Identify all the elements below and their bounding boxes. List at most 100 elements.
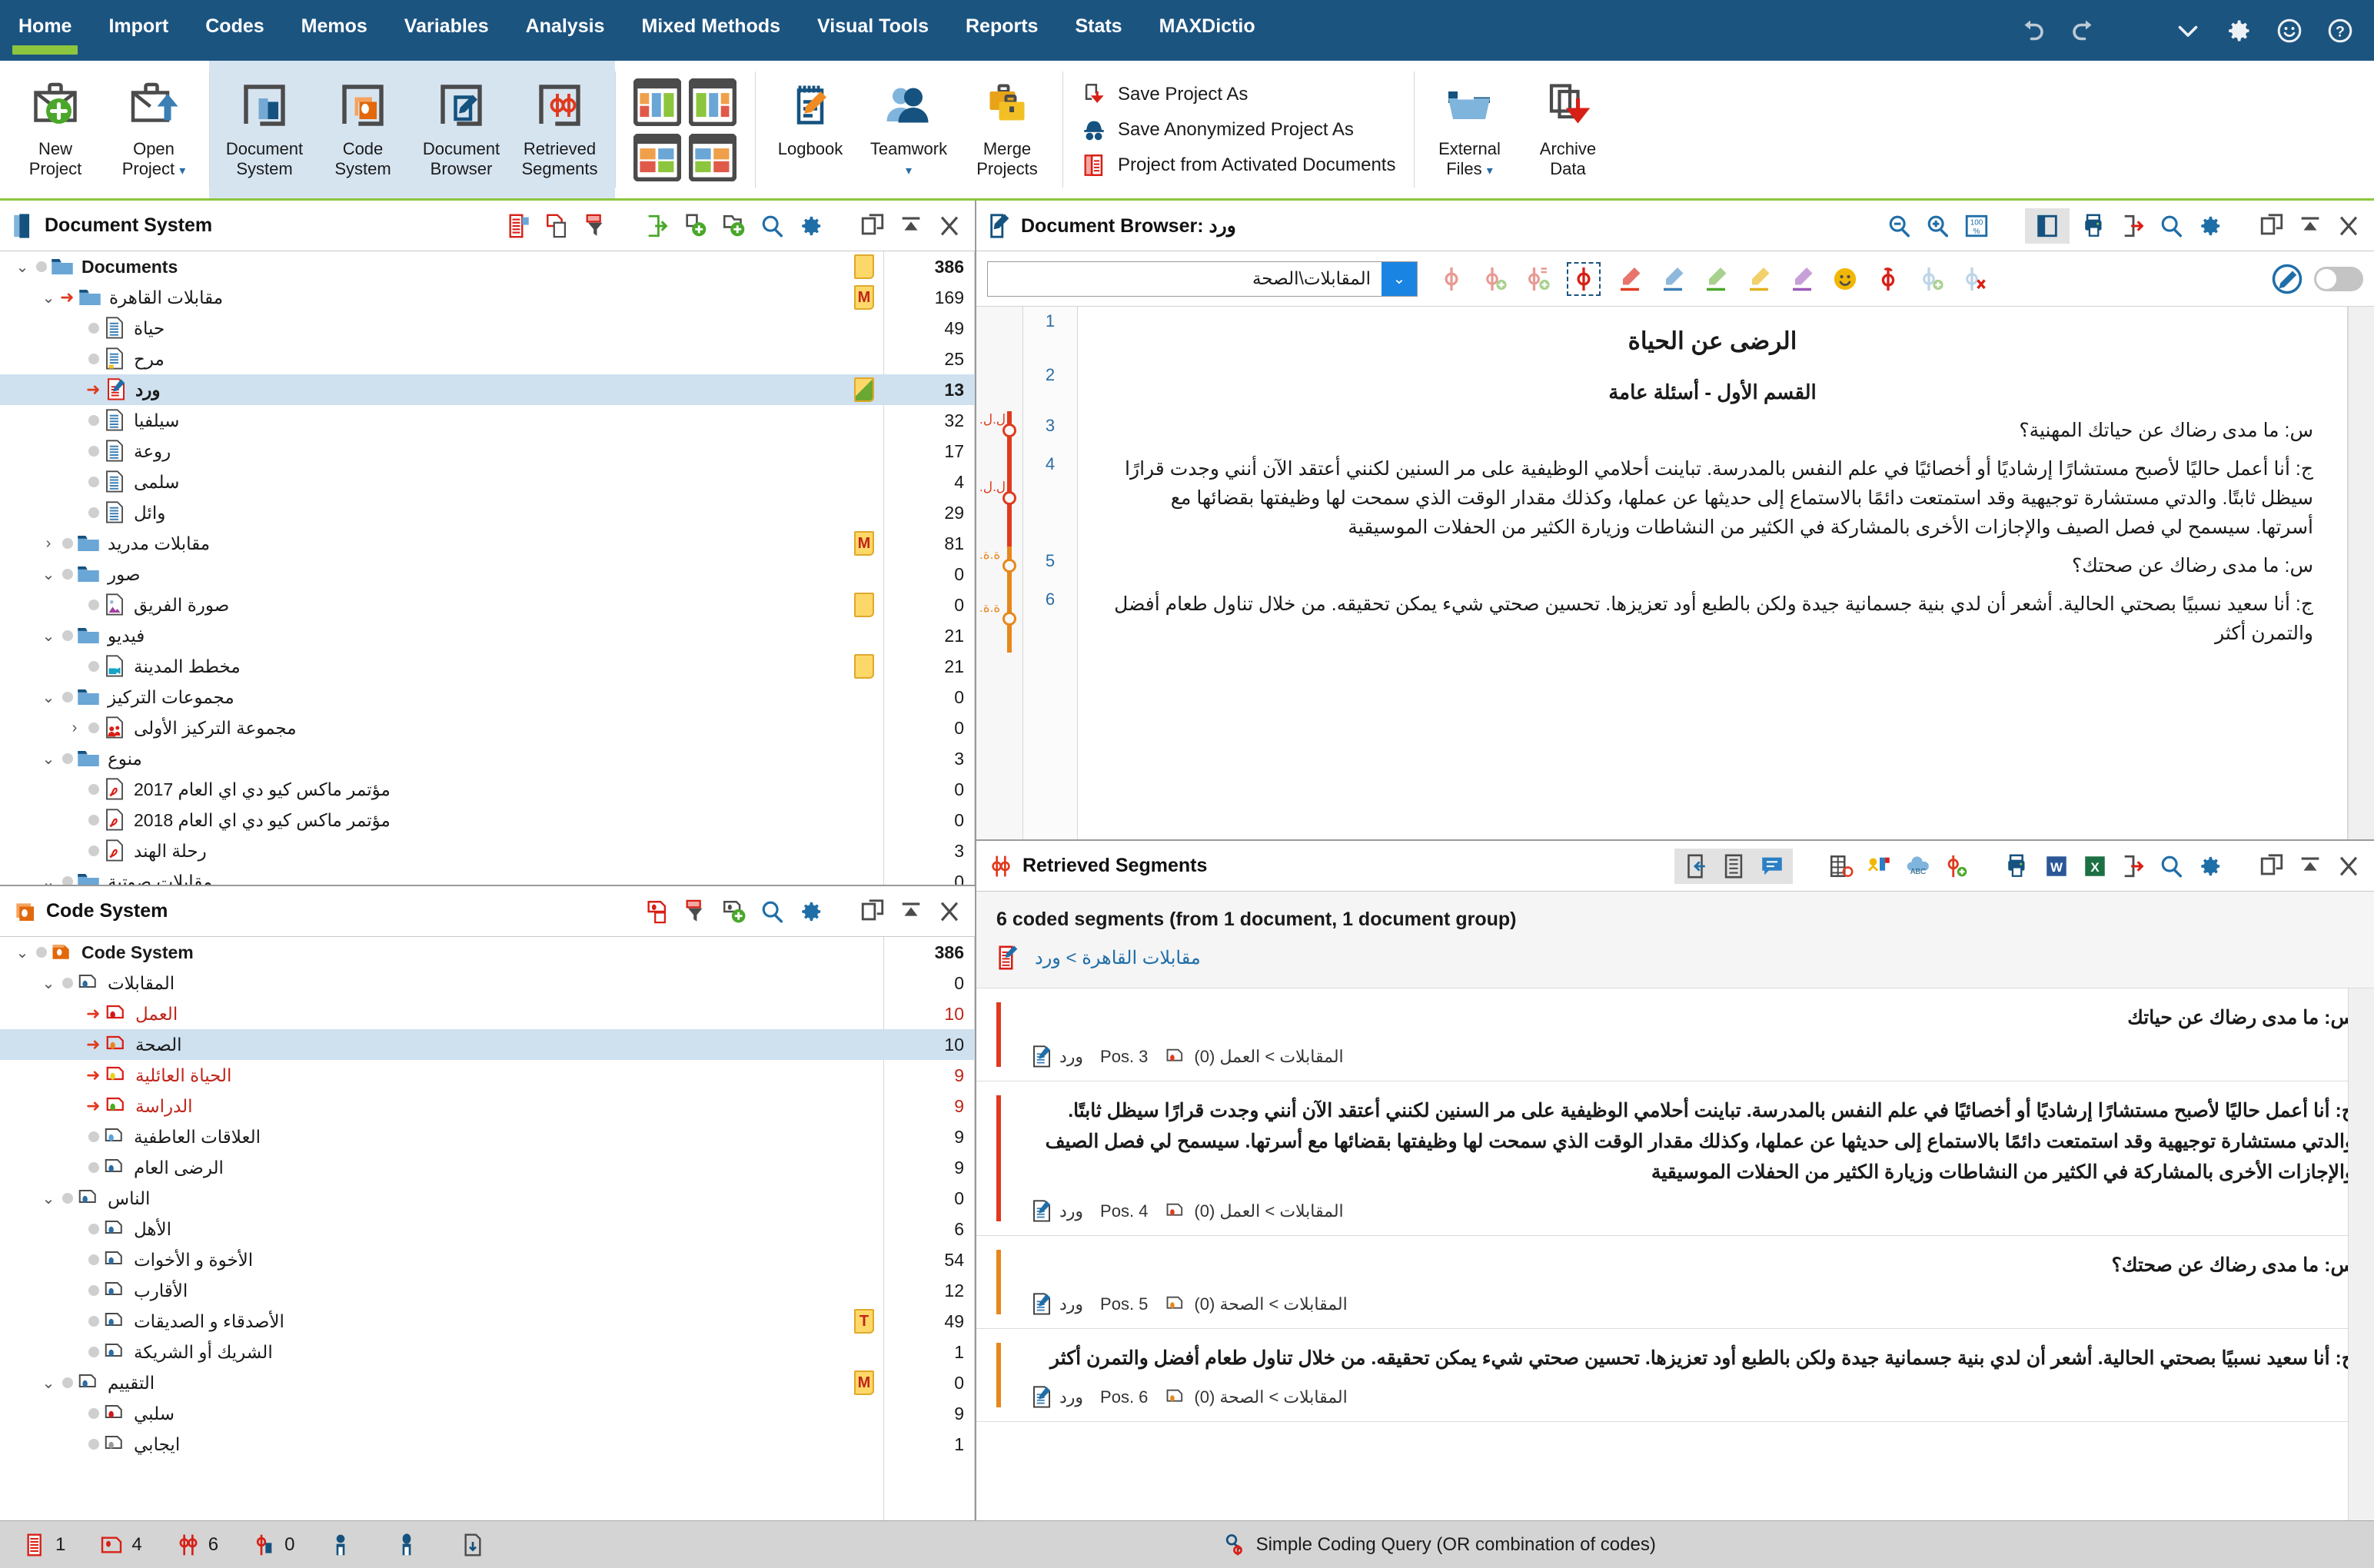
teamwork-button[interactable]: Teamwork ▾	[859, 61, 958, 198]
code-new-icon[interactable]	[1481, 265, 1508, 293]
emoticode-icon[interactable]	[1831, 265, 1859, 293]
activation-dot[interactable]	[86, 415, 101, 426]
save-project-as-button[interactable]: Save Project As	[1081, 81, 1395, 108]
activation-dot[interactable]	[86, 354, 101, 364]
layout-option-4[interactable]	[689, 133, 736, 181]
document-system-tree[interactable]: ⌄ Documents 386 ⌄ ➜ مقابلات القاهرة M 169 حياة 49…	[0, 251, 975, 885]
code-tree-row[interactable]: العلاقات العاطفية 9	[0, 1121, 975, 1152]
code-tree-row[interactable]: سلبي 9	[0, 1398, 975, 1429]
document-tree-row[interactable]: روعة 17	[0, 436, 975, 467]
code-tree-row[interactable]: ايجابي 1	[0, 1429, 975, 1460]
code-refresh-icon[interactable]	[1917, 265, 1945, 293]
document-tree-row[interactable]: ➜ ورد 13	[0, 374, 975, 405]
activation-dot[interactable]	[60, 978, 75, 988]
document-tree-row[interactable]: مرح 25	[0, 344, 975, 374]
close-icon[interactable]	[936, 213, 963, 239]
document-tree-row[interactable]: ⌄ Documents 386	[0, 251, 975, 282]
code-tree-row[interactable]: الأهل 6	[0, 1214, 975, 1244]
activation-dot[interactable]	[86, 1439, 101, 1450]
undock-icon[interactable]	[859, 899, 886, 925]
print-icon[interactable]	[2005, 853, 2031, 879]
document-paragraph[interactable]: س: ما مدى رضاك عن صحتك؟	[1112, 546, 2313, 585]
open-project-button[interactable]: Open Project ▾	[105, 61, 203, 198]
document-text-area[interactable]: ل.ل. ل.ل. ة.ة. ة.ة. 1 2 3 4 5 6 الرضى عن الحياة ا…	[976, 307, 2374, 839]
retrieved-segments-button[interactable]: Retrieved Segments	[510, 61, 609, 198]
code-tree-row[interactable]: ➜ العمل 10	[0, 998, 975, 1029]
activation-dot[interactable]	[60, 630, 75, 641]
code-tree-row[interactable]: ➜ الحياة العائلية 9	[0, 1060, 975, 1091]
tree-twisty-icon[interactable]: ⌄	[37, 688, 60, 707]
activation-dot[interactable]	[60, 753, 75, 764]
document-tree-row[interactable]: مؤتمر ماكس كيو دي اي العام 2018 0	[0, 805, 975, 835]
tab-analysis[interactable]: Analysis	[507, 0, 623, 61]
collapse-icon[interactable]	[2297, 853, 2323, 879]
segment-code[interactable]: المقابلات > الصحة (0)	[1165, 1387, 1348, 1407]
document-tree-row[interactable]: وائل 29	[0, 497, 975, 528]
tab-maxdictio[interactable]: MAXDictio	[1141, 0, 1274, 61]
gear-icon[interactable]	[798, 899, 824, 925]
activation-dot[interactable]	[86, 1224, 101, 1234]
activation-dot[interactable]	[86, 1254, 101, 1265]
filter-codes-icon[interactable]	[683, 899, 709, 925]
document-tree-row[interactable]: مخطط المدينة 21	[0, 651, 975, 682]
tree-twisty-icon[interactable]: ›	[63, 719, 86, 737]
activation-dot[interactable]	[86, 1316, 101, 1327]
segment-code-bar[interactable]	[996, 1002, 1001, 1067]
segment-document[interactable]: ورد	[1032, 1293, 1083, 1316]
import-icon[interactable]	[644, 213, 670, 239]
memo-icon[interactable]: M	[854, 531, 874, 556]
tree-twisty-icon[interactable]: ⌄	[37, 288, 60, 307]
document-page[interactable]: الرضى عن الحياة القسم الأول - أسئلة عامة س…	[1078, 307, 2348, 839]
activation-dot[interactable]	[86, 1347, 101, 1357]
document-tree-row[interactable]: › مقابلات مدريد M 81	[0, 528, 975, 559]
export-word-icon[interactable]: W	[2043, 853, 2070, 879]
logbook-button[interactable]: Logbook	[761, 61, 859, 198]
segment-document[interactable]: ورد	[1032, 1386, 1083, 1409]
copy-documents-icon[interactable]	[544, 213, 570, 239]
document-code-margin[interactable]: ل.ل. ل.ل. ة.ة. ة.ة.	[976, 307, 1022, 839]
activation-dot[interactable]	[86, 477, 101, 487]
code-system-tree[interactable]: ⌄ Code System 386 ⌄ المقابلات 0 ➜ العمل 10 ➜ الصحة…	[0, 937, 975, 1520]
tree-twisty-icon[interactable]: ⌄	[37, 1374, 60, 1393]
activation-dot[interactable]	[86, 1408, 101, 1419]
memo-icon[interactable]	[854, 593, 874, 617]
document-tree-row[interactable]: › مجموعة التركيز الأولى 0	[0, 713, 975, 743]
activation-dot[interactable]	[86, 845, 101, 856]
activation-dot[interactable]	[86, 1285, 101, 1296]
activation-dot[interactable]	[86, 815, 101, 826]
layout-option-1[interactable]	[633, 78, 681, 126]
gear-icon[interactable]	[2197, 853, 2223, 879]
activation-dot[interactable]	[86, 784, 101, 795]
tab-visual-tools[interactable]: Visual Tools	[799, 0, 947, 61]
retrieved-segment[interactable]: س: ما مدى رضاك عن حياتك ورد Pos. 3 المقابلا…	[976, 988, 2374, 1081]
segment-document[interactable]: ورد	[1032, 1200, 1083, 1223]
code-tree-row[interactable]: ⌄ المقابلات 0	[0, 968, 975, 998]
tab-variables[interactable]: Variables	[386, 0, 507, 61]
activate-documents-icon[interactable]	[506, 213, 532, 239]
segment-code-bar[interactable]	[996, 1343, 1001, 1407]
segment-code[interactable]: المقابلات > العمل (0)	[1165, 1047, 1344, 1067]
help-icon[interactable]: ?	[2326, 17, 2354, 45]
tree-twisty-icon[interactable]: ⌄	[37, 565, 60, 584]
retrieved-segments-list[interactable]: 6 coded segments (from 1 document, 1 doc…	[976, 892, 2374, 1520]
memo-icon[interactable]: M	[854, 285, 874, 310]
code-margin-marker[interactable]	[1002, 612, 1016, 626]
new-document-icon[interactable]	[683, 213, 709, 239]
activation-dot[interactable]	[86, 600, 101, 610]
code-tree-row[interactable]: ⌄ الناس 0	[0, 1183, 975, 1214]
tab-reports[interactable]: Reports	[947, 0, 1056, 61]
layout-option-3[interactable]	[633, 133, 681, 181]
code-tree-row[interactable]: ➜ الدراسة 9	[0, 1091, 975, 1121]
highlighter-blue-icon[interactable]	[1659, 265, 1687, 293]
layout-option-2[interactable]	[689, 78, 736, 126]
code-tree-row[interactable]: الأقارب 12	[0, 1275, 975, 1306]
activation-dot[interactable]	[86, 507, 101, 518]
comment-icon[interactable]	[1759, 853, 1785, 879]
gear-icon[interactable]	[2225, 17, 2253, 45]
close-icon[interactable]	[2336, 213, 2362, 239]
segment-code-bar[interactable]	[996, 1250, 1001, 1314]
segments-scrollbar[interactable]	[2348, 988, 2374, 1520]
document-tree-row[interactable]: حياة 49	[0, 313, 975, 344]
tab-codes[interactable]: Codes	[187, 0, 282, 61]
tree-twisty-icon[interactable]: ⌄	[37, 1189, 60, 1208]
